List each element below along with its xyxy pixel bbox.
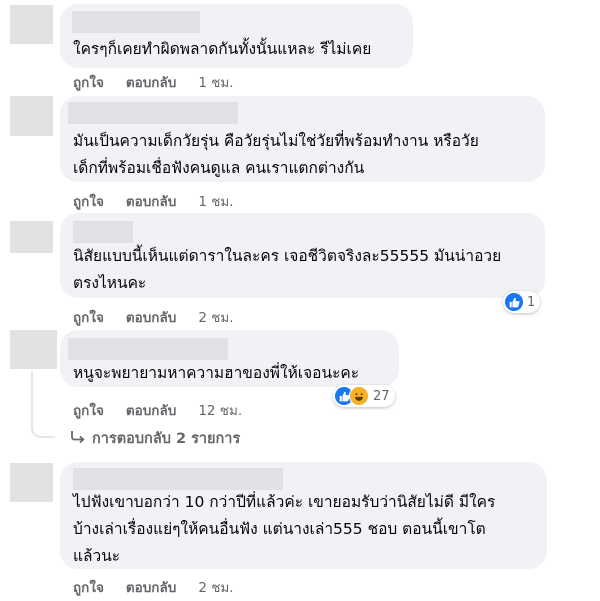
comment-actions: ถูกใจ ตอบกลับ 1 ชม. [73,71,234,93]
comment-text: นิสัยแบบนี้เห็นแต่ดาราในละคร เจอชีวิตจริ… [73,243,501,297]
reaction-count: 1 [527,294,536,310]
comment-bubble: ไปฟังเขาบอกว่า 10 กว่าปีที่แล้วค่ะ เขายอ… [60,462,547,569]
commenter-name-redacted[interactable] [68,102,238,124]
comment-text-line: ใครๆก็เคยทำผิดพลาดกันทั้งนั้นแหละ รีไม่เ… [73,40,372,58]
comment-text-line: มันเป็นความเด็กวัยรุ่น คือวัยรุ่นไม่ใช่ว… [73,132,479,150]
comment-bubble: มันเป็นความเด็กวัยรุ่น คือวัยรุ่นไม่ใช่ว… [60,96,545,182]
comment-actions: ถูกใจ ตอบกลับ 2 ชม. [73,576,234,598]
comment-text-line: นิสัยแบบนี้เห็นแต่ดาราในละคร เจอชีวิตจริ… [73,247,502,265]
like-button[interactable]: ถูกใจ [73,576,104,598]
comment-actions: ถูกใจ ตอบกลับ 12 ชม. [73,399,242,421]
comment-actions: ถูกใจ ตอบกลับ 2 ชม. [73,306,234,328]
commenter-name-redacted[interactable] [73,468,283,490]
comment-text-line: แล้วนะ [73,547,121,565]
reply-button[interactable]: ตอบกลับ [126,576,176,598]
avatar[interactable] [10,5,53,44]
comment-timestamp[interactable]: 2 ชม. [198,576,233,598]
like-button[interactable]: ถูกใจ [73,306,104,328]
like-button[interactable]: ถูกใจ [73,190,104,212]
reply-button[interactable]: ตอบกลับ [126,399,176,421]
view-replies-link[interactable]: การตอบกลับ 2 รายการ [70,427,240,450]
comment-text-line: บ้างเล่าเรื่องแย่ๆให้คนอื่นฟัง แต่นางเล่… [73,520,486,538]
comment-bubble: นิสัยแบบนี้เห็นแต่ดาราในละคร เจอชีวิตจริ… [60,213,545,298]
comment-text: ใครๆก็เคยทำผิดพลาดกันทั้งนั้นแหละ รีไม่เ… [73,36,371,63]
comment-text-line: เด็กที่พร้อมเชื่อฟังคนดูแล คนเราแตกต่างก… [73,159,365,177]
laughing-face-icon [349,386,369,406]
like-button[interactable]: ถูกใจ [73,399,104,421]
view-replies-label: การตอบกลับ 2 รายการ [92,431,241,447]
comment-timestamp[interactable]: 12 ชม. [198,399,242,421]
avatar[interactable] [10,221,53,253]
comment-actions: ถูกใจ ตอบกลับ 1 ชม. [73,190,234,212]
reply-button[interactable]: ตอบกลับ [126,190,176,212]
avatar[interactable] [10,330,57,369]
reply-button[interactable]: ตอบกลับ [126,306,176,328]
comment-timestamp[interactable]: 2 ชม. [198,306,233,328]
comment-text: หนูจะพยายามหาความฮาของพี่ให้เจอนะคะ [73,360,359,387]
avatar[interactable] [10,96,53,136]
comment-timestamp[interactable]: 1 ชม. [198,190,233,212]
reaction-count: 27 [373,388,390,404]
avatar[interactable] [10,463,53,502]
comment-text-line: ตรงไหนคะ [73,274,147,292]
comment-bubble: ใครๆก็เคยทำผิดพลาดกันทั้งนั้นแหละ รีไม่เ… [60,4,413,68]
thumbs-up-icon [505,293,523,311]
comment-text: ไปฟังเขาบอกว่า 10 กว่าปีที่แล้วค่ะ เขายอ… [73,489,495,570]
commenter-name-redacted[interactable] [68,338,228,360]
comment-bubble: หนูจะพยายามหาความฮาของพี่ให้เจอนะคะ [60,330,399,387]
commenter-name-redacted[interactable] [72,11,200,33]
reply-button[interactable]: ตอบกลับ [126,71,176,93]
reply-arrow-icon [70,430,86,448]
reaction-summary[interactable]: 27 [333,385,395,407]
commenter-name-redacted[interactable] [73,221,133,243]
like-button[interactable]: ถูกใจ [73,71,104,93]
reaction-summary[interactable]: 1 [503,291,541,313]
comment-text-line: หนูจะพยายามหาความฮาของพี่ให้เจอนะคะ [73,364,360,382]
thread-connector-line [31,372,55,438]
comment-text-line: ไปฟังเขาบอกว่า 10 กว่าปีที่แล้วค่ะ เขายอ… [73,493,496,511]
comment-timestamp[interactable]: 1 ชม. [198,71,233,93]
comment-text: มันเป็นความเด็กวัยรุ่น คือวัยรุ่นไม่ใช่ว… [73,128,479,182]
